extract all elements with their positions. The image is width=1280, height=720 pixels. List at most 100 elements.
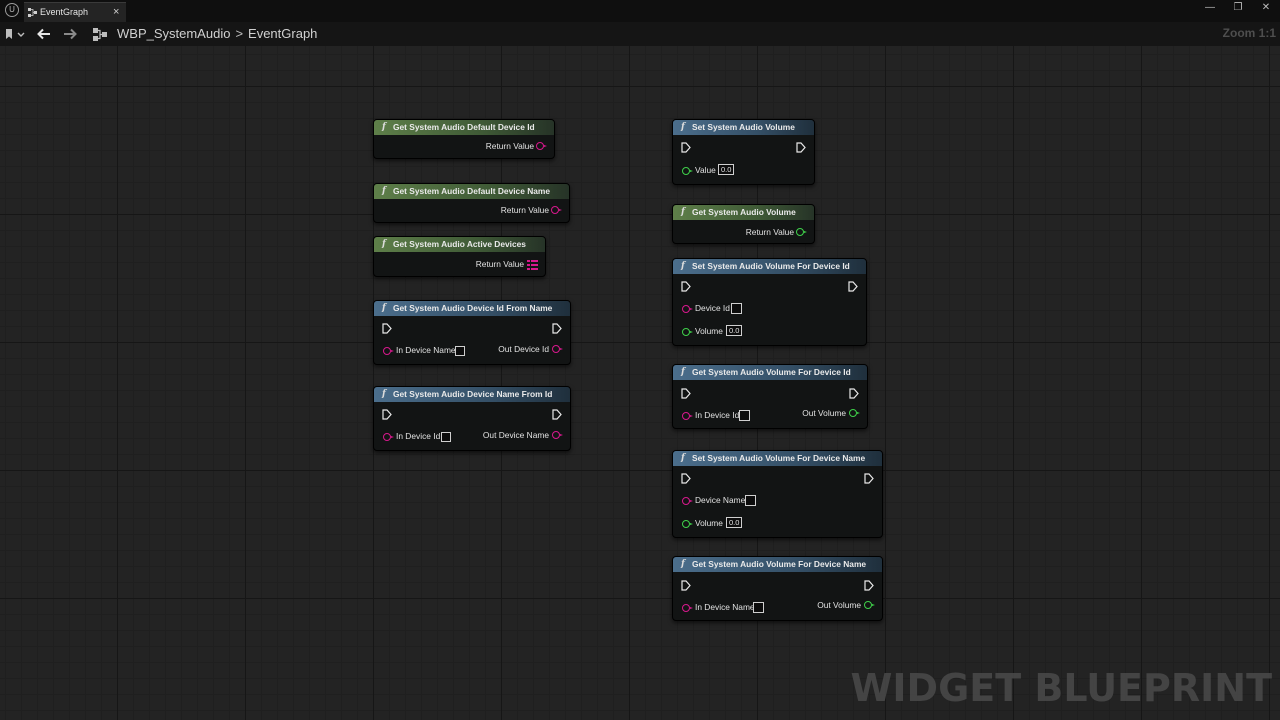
- function-icon: f: [382, 389, 386, 399]
- node-get-device-name-from-id[interactable]: f Get System Audio Device Name From Id I…: [373, 386, 571, 451]
- node-title: Set System Audio Volume For Device Name: [692, 453, 866, 463]
- close-button[interactable]: ✕: [1252, 0, 1280, 16]
- restore-button[interactable]: ❐: [1224, 0, 1252, 16]
- out-device-name-label: Out Device Name: [482, 430, 549, 440]
- return-value-label: Return Value: [500, 205, 549, 215]
- back-arrow-icon[interactable]: [36, 26, 52, 42]
- in-device-id-pin[interactable]: [383, 433, 394, 441]
- exec-in-pin[interactable]: [681, 473, 691, 484]
- node-title: Get System Audio Default Device Name: [393, 186, 551, 196]
- node-header: f Get System Audio Volume For Device Nam…: [673, 557, 882, 572]
- node-set-volume-for-device-name[interactable]: f Set System Audio Volume For Device Nam…: [672, 450, 883, 538]
- node-set-system-audio-volume[interactable]: f Set System Audio Volume Value 0.0: [672, 119, 815, 185]
- array-pin-icon[interactable]: [527, 260, 538, 270]
- breadcrumb-current[interactable]: EventGraph: [248, 26, 317, 41]
- in-device-id-label: In Device Id: [695, 410, 740, 420]
- unreal-logo-icon[interactable]: U: [5, 3, 19, 17]
- node-title: Get System Audio Volume: [692, 207, 796, 217]
- out-device-name-pin[interactable]: [552, 431, 563, 439]
- node-get-system-audio-volume[interactable]: f Get System Audio Volume Return Value: [672, 204, 815, 244]
- node-title: Get System Audio Active Devices: [393, 239, 526, 249]
- exec-in-pin[interactable]: [681, 142, 691, 153]
- in-device-id-input[interactable]: [739, 410, 750, 421]
- function-icon: f: [681, 559, 685, 569]
- node-title: Get System Audio Device Name From Id: [393, 389, 553, 399]
- function-icon: f: [382, 122, 386, 132]
- in-device-name-input[interactable]: [455, 346, 465, 356]
- in-device-name-pin[interactable]: [682, 604, 693, 612]
- forward-arrow-icon[interactable]: [62, 26, 78, 42]
- title-bar: U EventGraph × — ❐ ✕: [0, 0, 1280, 22]
- node-title: Get System Audio Volume For Device Id: [692, 367, 851, 377]
- exec-in-pin[interactable]: [681, 388, 691, 399]
- node-get-default-device-id[interactable]: f Get System Audio Default Device Id Ret…: [373, 119, 555, 159]
- node-get-volume-for-device-id[interactable]: f Get System Audio Volume For Device Id …: [672, 364, 868, 429]
- in-device-name-pin[interactable]: [383, 347, 394, 355]
- minimize-button[interactable]: —: [1196, 0, 1224, 16]
- node-header: f Get System Audio Device Id From Name: [374, 301, 570, 316]
- exec-out-pin[interactable]: [552, 323, 562, 334]
- exec-out-pin[interactable]: [864, 580, 874, 591]
- graph-icon: [28, 8, 37, 17]
- out-volume-pin[interactable]: [864, 601, 875, 609]
- exec-out-pin[interactable]: [849, 388, 859, 399]
- device-id-pin[interactable]: [682, 305, 693, 313]
- value-input[interactable]: 0.0: [718, 164, 735, 175]
- exec-in-pin[interactable]: [681, 281, 691, 292]
- bookmark-dropdown-icon[interactable]: [4, 26, 26, 42]
- out-device-id-pin[interactable]: [552, 345, 563, 353]
- in-device-id-pin[interactable]: [682, 412, 693, 420]
- node-header: f Set System Audio Volume: [673, 120, 814, 135]
- tab-close-icon[interactable]: ×: [113, 3, 119, 22]
- exec-in-pin[interactable]: [382, 323, 392, 334]
- volume-input[interactable]: 0.0: [726, 517, 743, 528]
- exec-in-pin[interactable]: [681, 580, 691, 591]
- node-header: f Set System Audio Volume For Device Nam…: [673, 451, 882, 466]
- breadcrumb-root[interactable]: WBP_SystemAudio: [117, 26, 230, 41]
- exec-in-pin[interactable]: [382, 409, 392, 420]
- graph-icon: [93, 28, 107, 41]
- graph-canvas[interactable]: WIDGET BLUEPRINT: [0, 46, 1280, 720]
- node-get-active-devices[interactable]: f Get System Audio Active Devices Return…: [373, 236, 546, 277]
- volume-pin[interactable]: [682, 328, 693, 336]
- tab-eventgraph[interactable]: EventGraph ×: [24, 2, 126, 22]
- exec-out-pin[interactable]: [848, 281, 858, 292]
- in-device-id-label: In Device Id: [396, 431, 441, 441]
- return-value-pin[interactable]: [551, 206, 562, 214]
- device-name-input[interactable]: [745, 495, 756, 506]
- node-get-volume-for-device-name[interactable]: f Get System Audio Volume For Device Nam…: [672, 556, 883, 621]
- exec-out-pin[interactable]: [552, 409, 562, 420]
- volume-label: Volume: [695, 518, 723, 528]
- device-id-label: Device Id: [695, 303, 730, 313]
- function-icon: f: [382, 239, 386, 249]
- exec-out-pin[interactable]: [796, 142, 806, 153]
- exec-out-pin[interactable]: [864, 473, 874, 484]
- node-header: f Get System Audio Default Device Id: [374, 120, 554, 135]
- in-device-id-input[interactable]: [441, 432, 451, 442]
- return-value-pin[interactable]: [536, 142, 547, 150]
- node-set-volume-for-device-id[interactable]: f Set System Audio Volume For Device Id …: [672, 258, 867, 346]
- zoom-level: Zoom 1:1: [1222, 26, 1276, 40]
- in-device-name-input[interactable]: [753, 602, 764, 613]
- value-pin[interactable]: [682, 167, 693, 175]
- function-icon: f: [382, 303, 386, 313]
- out-volume-label: Out Volume: [802, 408, 846, 418]
- function-icon: f: [681, 207, 685, 217]
- volume-input[interactable]: 0.0: [726, 325, 743, 336]
- in-device-name-label: In Device Name: [695, 602, 755, 612]
- device-name-pin[interactable]: [682, 497, 693, 505]
- device-id-input[interactable]: [731, 303, 742, 314]
- node-header: f Get System Audio Default Device Name: [374, 184, 569, 199]
- node-get-default-device-name[interactable]: f Get System Audio Default Device Name R…: [373, 183, 570, 223]
- out-volume-pin[interactable]: [849, 409, 860, 417]
- node-get-device-id-from-name[interactable]: f Get System Audio Device Id From Name I…: [373, 300, 571, 365]
- breadcrumb: WBP_SystemAudio > EventGraph: [117, 25, 317, 42]
- node-title: Set System Audio Volume For Device Id: [692, 261, 850, 271]
- node-header: f Get System Audio Volume For Device Id: [673, 365, 867, 380]
- volume-pin[interactable]: [682, 520, 693, 528]
- function-icon: f: [382, 186, 386, 196]
- return-value-pin[interactable]: [796, 228, 807, 236]
- tab-label: EventGraph: [40, 7, 89, 17]
- in-device-name-label: In Device Name: [396, 345, 456, 355]
- node-title: Get System Audio Device Id From Name: [393, 303, 553, 313]
